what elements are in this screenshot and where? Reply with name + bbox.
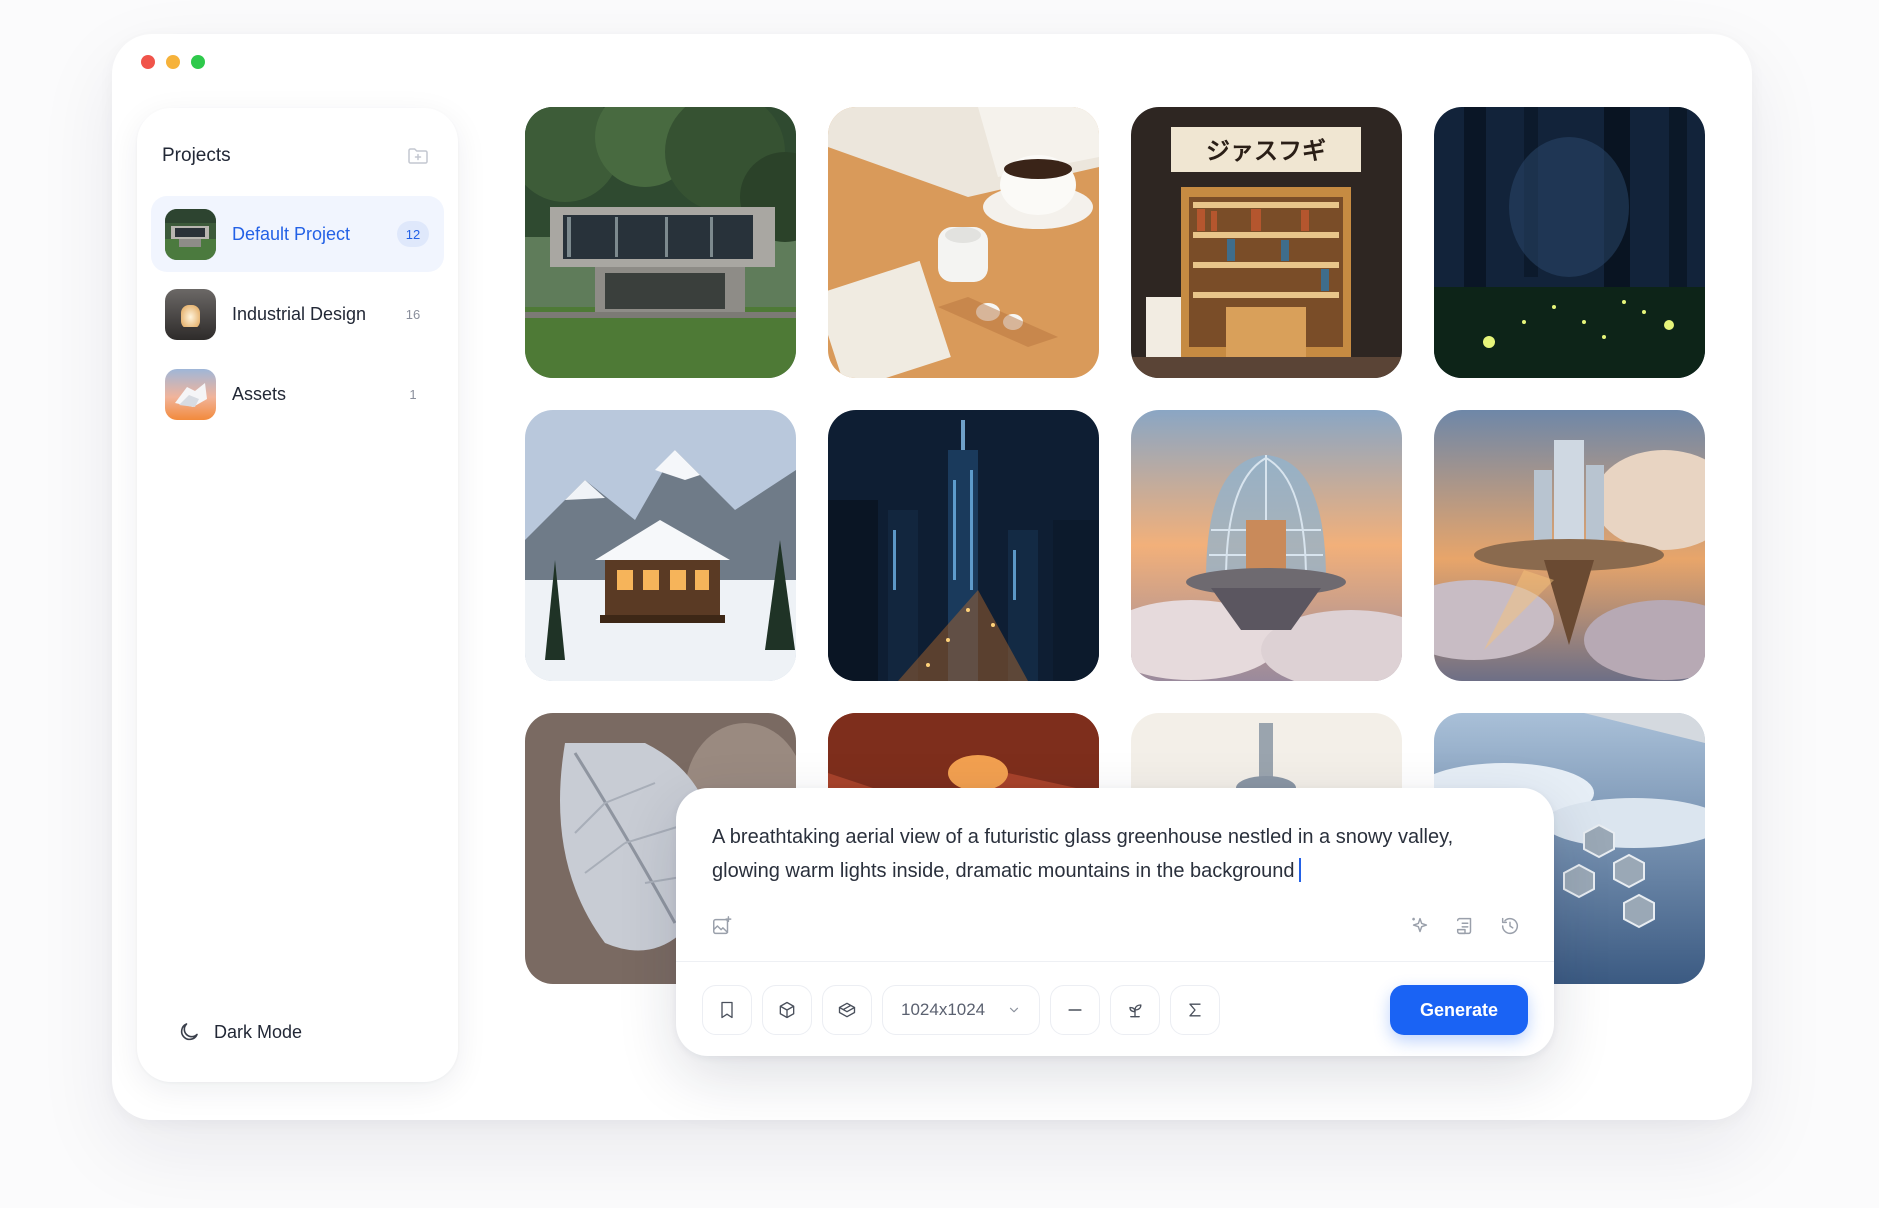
chevron-down-icon: [1009, 1007, 1019, 1013]
prompt-composer-panel: A breathtaking aerial view of a futurist…: [676, 788, 1554, 1056]
generate-button[interactable]: Generate: [1390, 985, 1528, 1035]
project-item-default[interactable]: Default Project 12: [151, 196, 444, 272]
project-list: Default Project 12 Industrial Design 16: [151, 196, 444, 436]
cube-icon: [779, 1001, 795, 1019]
project-name: Assets: [232, 383, 287, 404]
folder-plus-icon[interactable]: [406, 144, 430, 168]
sidebar-header: Projects: [162, 144, 430, 168]
gallery-image-modern-house[interactable]: [525, 107, 796, 378]
minus-icon: [1068, 1009, 1082, 1011]
projects-sidebar: Projects Default Project 12 Industrial D…: [137, 108, 458, 1082]
box-button[interactable]: [822, 985, 872, 1035]
bookmark-button[interactable]: [702, 985, 752, 1035]
size-select[interactable]: 1024x1024: [882, 985, 1040, 1035]
prompt-text-area[interactable]: A breathtaking aerial view of a futurist…: [712, 820, 1492, 888]
dark-mode-toggle[interactable]: Dark Mode: [177, 1020, 302, 1044]
image-add-icon[interactable]: [708, 912, 736, 940]
box-icon: [838, 1002, 856, 1018]
prompt-text: A breathtaking aerial view of a futurist…: [712, 826, 1454, 882]
project-item-assets[interactable]: Assets 1: [151, 356, 444, 432]
minimize-window-button[interactable]: [166, 55, 180, 69]
sidebar-title: Projects: [162, 145, 231, 166]
sigma-icon: [1189, 1003, 1201, 1017]
bookmark-icon: [721, 1001, 733, 1019]
project-count-badge: 16: [405, 306, 421, 322]
project-count-badge: 12: [397, 221, 429, 247]
gallery-image-sky-city[interactable]: [1434, 410, 1705, 681]
text-caret: [1298, 858, 1301, 882]
gallery-image-glass-dome[interactable]: [1131, 410, 1402, 681]
seedling-icon: [1129, 1004, 1142, 1018]
close-window-button[interactable]: [141, 55, 155, 69]
sigma-button[interactable]: [1170, 985, 1220, 1035]
window-controls: [141, 55, 205, 69]
composer-divider: [676, 961, 1554, 962]
maximize-window-button[interactable]: [191, 55, 205, 69]
sparkle-icon[interactable]: [1406, 912, 1434, 940]
project-name: Default Project: [232, 223, 351, 244]
history-icon[interactable]: [1496, 912, 1524, 940]
minus-button[interactable]: [1050, 985, 1100, 1035]
project-item-industrial-design[interactable]: Industrial Design 16: [151, 276, 444, 352]
project-thumbnail: [165, 208, 216, 260]
project-count-badge: 1: [409, 386, 417, 402]
seedling-button[interactable]: [1110, 985, 1160, 1035]
project-thumbnail: [165, 368, 216, 420]
gallery-image-coffee-earbuds[interactable]: [828, 107, 1099, 378]
gallery-image-bookstore[interactable]: ジァスフギ: [1131, 107, 1402, 378]
bookstore-sign: ジァスフギ: [1206, 137, 1326, 165]
project-thumbnail: [165, 288, 216, 340]
dark-mode-label: Dark Mode: [214, 1021, 303, 1042]
moon-icon: [180, 1023, 198, 1041]
composer-toolbar: 1024x1024: [702, 985, 1220, 1035]
gallery-image-mountain-cabin[interactable]: [525, 410, 796, 681]
cube-button[interactable]: [762, 985, 812, 1035]
size-value: 1024x1024: [901, 1000, 986, 1019]
gallery-image-night-city[interactable]: [828, 410, 1099, 681]
gallery-image-firefly-forest[interactable]: [1434, 107, 1705, 378]
template-icon[interactable]: [1451, 912, 1479, 940]
project-name: Industrial Design: [232, 303, 367, 324]
